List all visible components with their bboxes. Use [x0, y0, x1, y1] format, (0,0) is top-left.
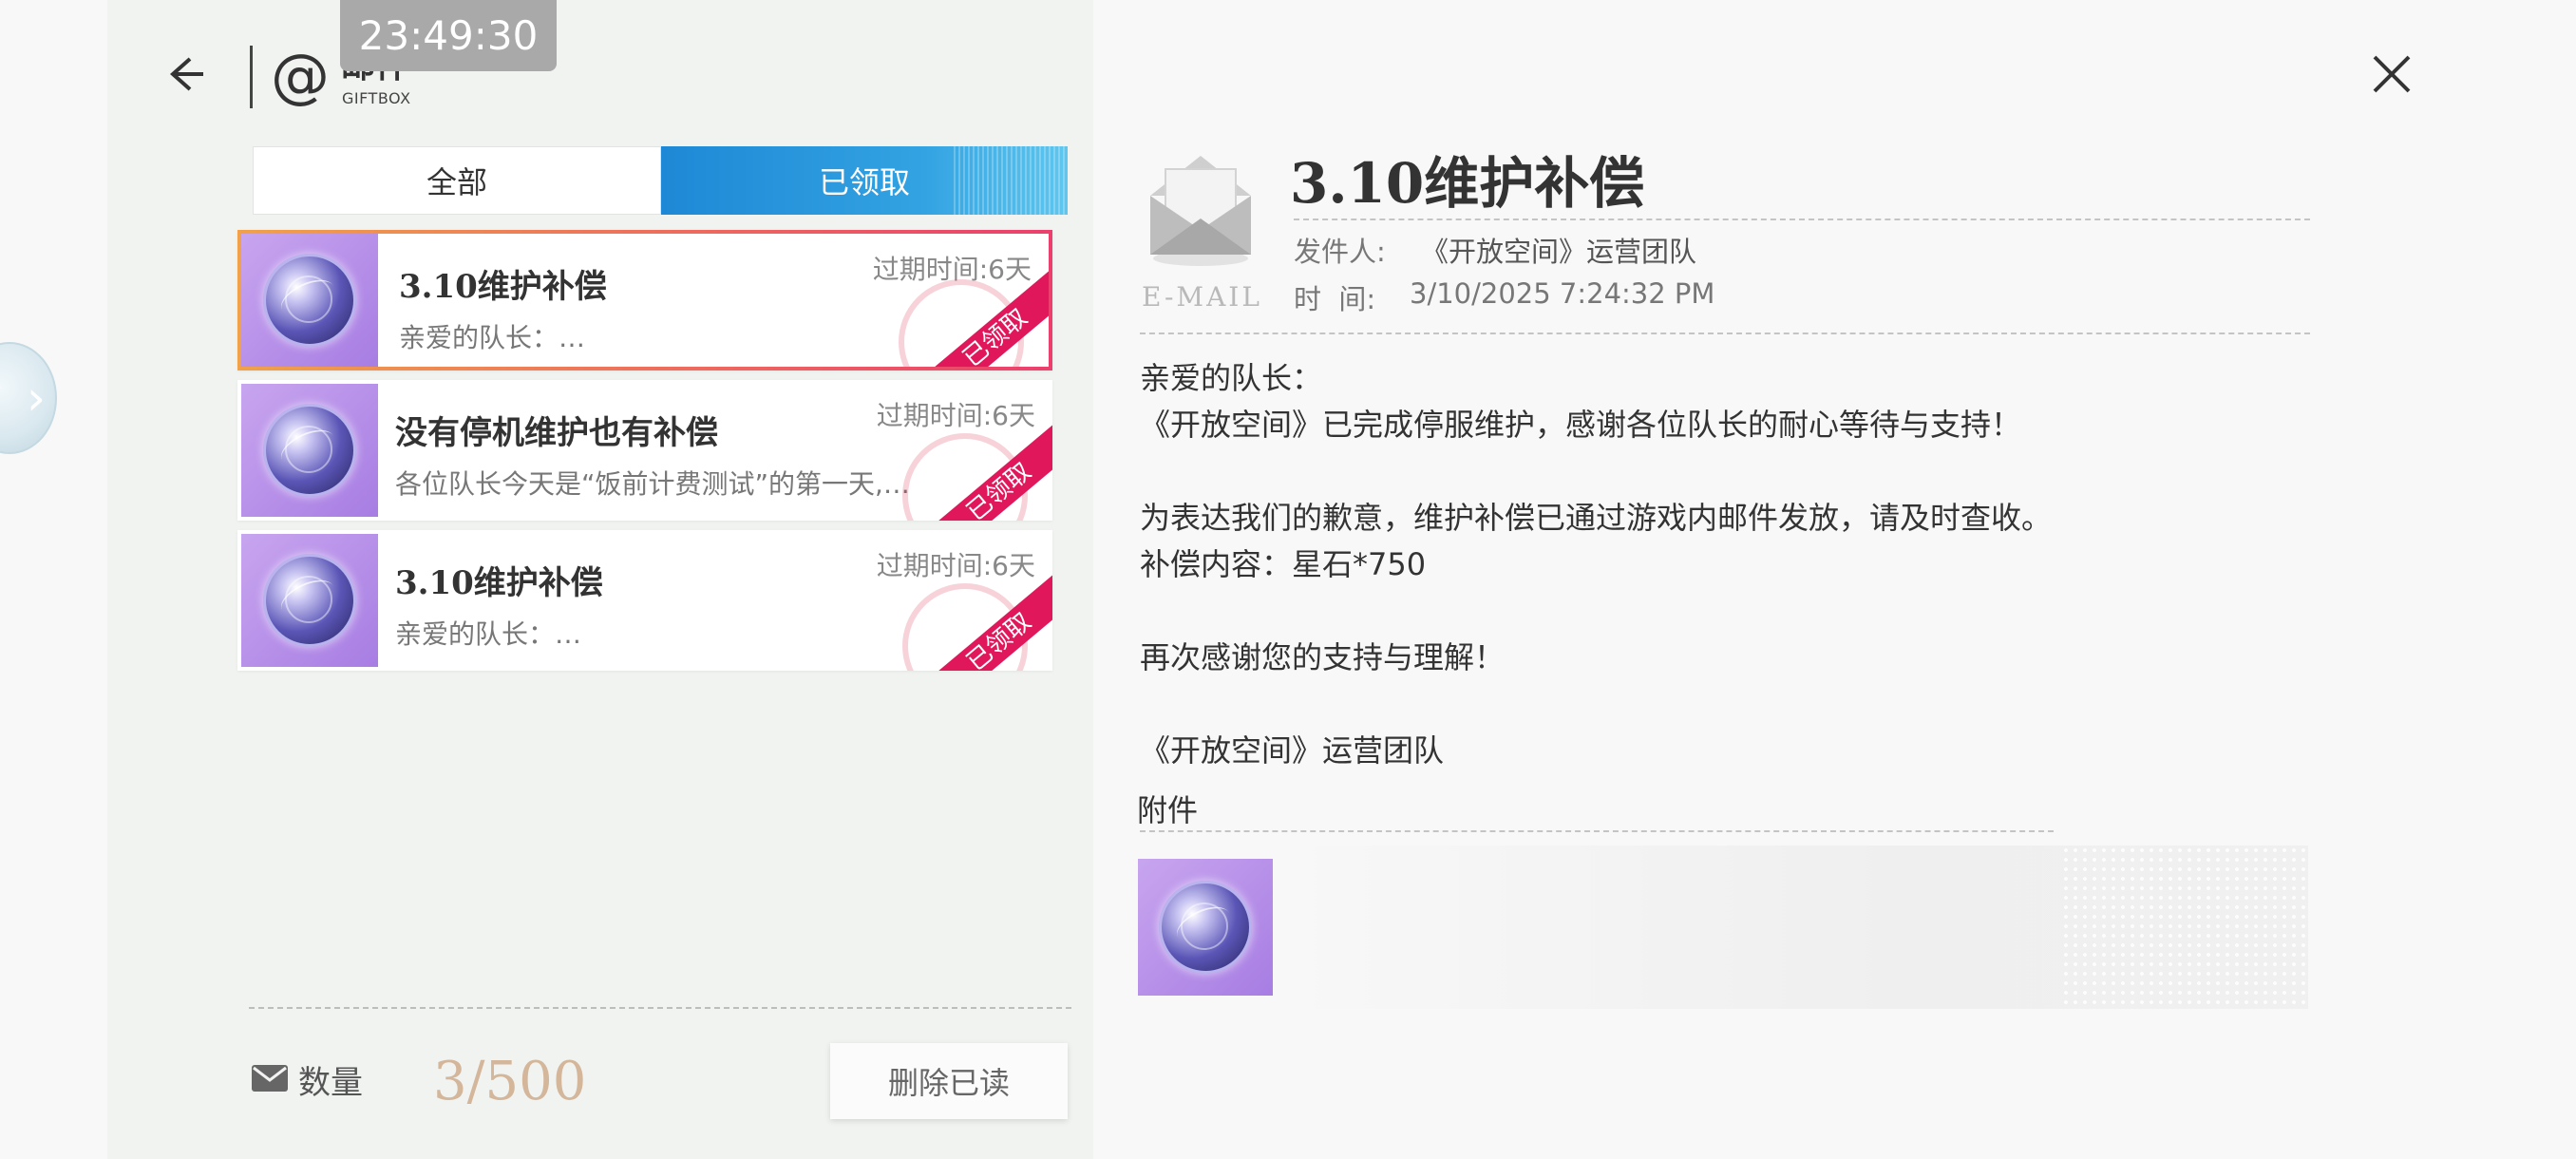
envelope-icon	[1150, 156, 1251, 266]
tab-all[interactable]: 全部	[253, 146, 661, 215]
page-subtitle: GIFTBOX	[342, 89, 411, 107]
detail-divider	[1140, 332, 2310, 334]
mail-body-line	[1140, 588, 2318, 635]
close-icon	[2373, 55, 2411, 93]
attachments-label: 附件	[1137, 792, 1199, 828]
mail-body-line: 补偿内容：星石*750	[1140, 546, 1427, 582]
mail-body-line: 亲爱的队长：	[1140, 360, 1323, 396]
status-time: 23:49:30	[340, 0, 557, 71]
attachments-divider	[1140, 830, 2054, 832]
mail-item-preview: 亲爱的队长：…	[395, 618, 582, 650]
mail-thumbnail	[241, 384, 378, 517]
mail-thumbnail	[241, 234, 378, 367]
mail-list-item[interactable]: 3.10维护补偿 亲爱的队长：… 过期时间:6天 已领取	[237, 230, 1052, 370]
detail-divider	[1294, 218, 2310, 220]
header-divider	[250, 46, 253, 108]
mail-count-value: 3/500	[433, 1051, 587, 1112]
close-button[interactable]	[2369, 51, 2415, 97]
tab-claimed[interactable]: 已领取	[661, 146, 1068, 215]
mail-list: 3.10维护补偿 亲爱的队长：… 过期时间:6天 已领取 没有停机维护也有补偿 …	[237, 230, 1054, 680]
delete-read-button[interactable]: 删除已读	[830, 1043, 1068, 1119]
mail-item-title: 3.10维护补偿	[399, 268, 607, 306]
back-arrow-icon	[169, 57, 203, 91]
crystal-orb-icon	[263, 554, 356, 647]
mail-body-line	[1140, 448, 2318, 495]
mail-thumbnail	[241, 534, 378, 667]
crystal-orb-icon	[263, 254, 356, 347]
time-value: 3/10/2025 7:24:32 PM	[1410, 277, 1715, 310]
mail-body-line: 《开放空间》已完成停服维护，感谢各位队长的耐心等待与支持！	[1140, 407, 2022, 443]
time-label: 时 间:	[1294, 283, 1376, 315]
claimed-stamp: 已领取	[902, 417, 1052, 521]
mail-body-line: 再次感谢您的支持与理解！	[1140, 639, 1506, 675]
mail-body-line	[1140, 681, 2318, 728]
claimed-stamp: 已领取	[899, 263, 1049, 367]
mail-body-line: 为表达我们的歉意，维护补偿已通过游戏内邮件发放，请及时查收。	[1140, 500, 2053, 536]
footer-divider	[249, 1007, 1071, 1009]
attachment-item[interactable]	[1138, 859, 1273, 996]
mail-item-preview: 亲爱的队长：…	[399, 322, 586, 353]
claimed-stamp: 已领取	[902, 567, 1052, 671]
sender-value: 《开放空间》运营团队	[1421, 236, 1697, 268]
mail-list-item[interactable]: 3.10维护补偿 亲爱的队长：… 过期时间:6天 已领取	[237, 530, 1052, 671]
mail-body-line: 《开放空间》运营团队	[1140, 732, 1445, 769]
email-icon-label: E-MAIL	[1142, 281, 1262, 313]
mail-detail-title: 3.10维护补偿	[1290, 151, 1645, 216]
side-expand-handle[interactable]: ›	[0, 342, 57, 454]
mail-item-title: 没有停机维护也有补偿	[395, 414, 718, 452]
mail-list-item[interactable]: 没有停机维护也有补偿 各位队长今天是“饭前计费测试”的第一天,… 过期时间:6天…	[237, 380, 1052, 521]
mail-item-preview: 各位队长今天是“饭前计费测试”的第一天,…	[395, 468, 910, 500]
sender-label: 发件人:	[1294, 236, 1386, 268]
mail-count-label: 数量	[298, 1064, 363, 1102]
mail-item-title: 3.10维护补偿	[395, 564, 603, 602]
mail-body: 亲爱的队长： 《开放空间》已完成停服维护，感谢各位队长的耐心等待与支持！ 为表达…	[1140, 355, 2318, 774]
at-icon: @	[271, 41, 330, 110]
mail-filter-tabs: 全部 已领取	[253, 146, 1068, 215]
back-button[interactable]	[161, 46, 209, 103]
crystal-orb-icon	[263, 404, 356, 497]
crystal-orb-icon	[1159, 881, 1252, 974]
mail-count-icon	[252, 1065, 288, 1092]
attachments-strip	[1273, 846, 2308, 1009]
